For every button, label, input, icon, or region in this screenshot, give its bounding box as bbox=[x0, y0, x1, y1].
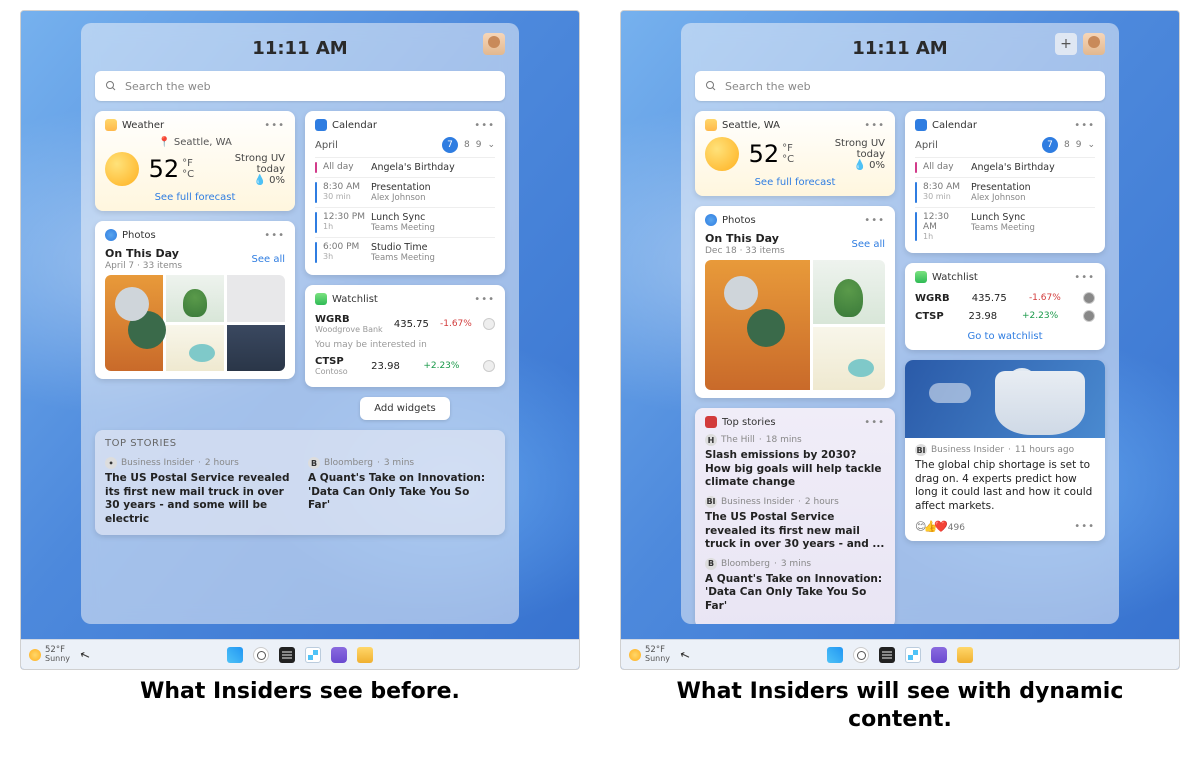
taskbar-weather[interactable]: 52°FSunny bbox=[29, 646, 70, 663]
after-screenshot: 11:11 AM + Search the web S bbox=[620, 10, 1180, 670]
photos-widget[interactable]: Photos ••• On This DayApril 7 · 33 items… bbox=[95, 221, 295, 379]
more-icon[interactable]: ••• bbox=[1074, 272, 1095, 283]
chat-icon[interactable] bbox=[331, 647, 347, 663]
add-widget-button[interactable]: + bbox=[1055, 33, 1077, 55]
calendar-icon bbox=[915, 119, 927, 131]
sun-icon bbox=[105, 152, 139, 186]
task-view-icon[interactable] bbox=[279, 647, 295, 663]
user-avatar[interactable] bbox=[1083, 33, 1105, 55]
news-item[interactable]: BBloomberg · 3 mins A Quant's Take on In… bbox=[308, 457, 495, 527]
search-icon bbox=[705, 80, 717, 92]
photos-widget[interactable]: Photos ••• On This DayDec 18 · 33 items … bbox=[695, 206, 895, 398]
calendar-widget[interactable]: Calendar ••• April 7 8 9 ⌄ bbox=[905, 111, 1105, 253]
more-icon[interactable]: ••• bbox=[864, 215, 885, 226]
search-input[interactable]: Search the web bbox=[695, 71, 1105, 101]
clock: 11:11 AM bbox=[852, 38, 947, 59]
calendar-event[interactable]: 8:30 AM30 minPresentationAlex Johnson bbox=[315, 177, 495, 207]
before-screenshot: 11:11 AM Search the web Weat bbox=[20, 10, 580, 670]
explorer-icon[interactable] bbox=[957, 647, 973, 663]
watchlist-link[interactable]: Go to watchlist bbox=[915, 331, 1095, 342]
taskbar: 52°FSunny ↖ bbox=[21, 639, 579, 669]
top-stories-widget[interactable]: Top stories ••• HThe Hill · 18 mins Slas… bbox=[695, 408, 895, 624]
photo-grid[interactable] bbox=[705, 260, 885, 390]
chevron-down-icon[interactable]: ⌄ bbox=[487, 140, 495, 150]
selected-day[interactable]: 7 bbox=[442, 137, 458, 153]
forecast-link[interactable]: See full forecast bbox=[705, 177, 885, 188]
caption-before: What Insiders see before. bbox=[140, 678, 460, 706]
search-icon bbox=[105, 80, 117, 92]
onedrive-icon bbox=[705, 214, 717, 226]
sun-icon bbox=[705, 137, 739, 171]
onedrive-icon bbox=[105, 229, 117, 241]
taskbar-search-icon[interactable] bbox=[253, 647, 269, 663]
watchlist-row[interactable]: WGRBWoodgrove Bank 435.75 -1.67% bbox=[315, 311, 495, 337]
more-icon[interactable]: ••• bbox=[474, 294, 495, 305]
news-item[interactable]: •Business Insider · 2 hours The US Posta… bbox=[105, 457, 292, 527]
taskbar-search-icon[interactable] bbox=[853, 647, 869, 663]
more-icon[interactable]: ••• bbox=[264, 120, 285, 131]
start-button[interactable] bbox=[827, 647, 843, 663]
calendar-event[interactable]: 6:00 PM3hStudio TimeTeams Meeting bbox=[315, 237, 495, 267]
news-icon bbox=[705, 416, 717, 428]
weather-widget[interactable]: Weather ••• 📍 Seattle, WA 52°F°C Strong … bbox=[95, 111, 295, 211]
watchlist-widget[interactable]: Watchlist ••• WGRBWoodgrove Bank 435.75 … bbox=[305, 285, 505, 387]
chat-icon[interactable] bbox=[931, 647, 947, 663]
cursor-icon: ↖ bbox=[78, 646, 92, 663]
see-all-link[interactable]: See all bbox=[851, 239, 885, 250]
calendar-icon bbox=[315, 119, 327, 131]
news-card[interactable]: BIBusiness Insider · 11 hours ago The gl… bbox=[905, 360, 1105, 541]
start-button[interactable] bbox=[227, 647, 243, 663]
more-icon[interactable]: ••• bbox=[1074, 521, 1095, 532]
news-item[interactable]: HThe Hill · 18 mins Slash emissions by 2… bbox=[705, 434, 885, 490]
news-item[interactable]: BBloomberg · 3 mins A Quant's Take on In… bbox=[705, 558, 885, 614]
forecast-link[interactable]: See full forecast bbox=[105, 192, 285, 203]
task-view-icon[interactable] bbox=[879, 647, 895, 663]
caption-after: What Insiders will see with dynamic cont… bbox=[670, 678, 1130, 733]
widgets-icon[interactable] bbox=[905, 647, 921, 663]
watchlist-row[interactable]: CTSP 23.98 +2.23% bbox=[915, 307, 1095, 325]
weather-icon bbox=[105, 119, 117, 131]
widgets-panel: 11:11 AM Search the web Weat bbox=[81, 23, 519, 624]
watchlist-widget[interactable]: Watchlist ••• WGRB 435.75 -1.67% CTSP bbox=[905, 263, 1105, 350]
calendar-event[interactable]: All dayAngela's Birthday bbox=[315, 157, 495, 177]
stocks-icon bbox=[915, 271, 927, 283]
clock: 11:11 AM bbox=[252, 38, 347, 59]
news-image bbox=[905, 360, 1105, 438]
explorer-icon[interactable] bbox=[357, 647, 373, 663]
calendar-event[interactable]: 12:30 AM1hLunch SyncTeams Meeting bbox=[915, 207, 1095, 245]
news-item[interactable]: BIBusiness Insider · 2 hours The US Post… bbox=[705, 496, 885, 552]
taskbar-weather[interactable]: 52°FSunny bbox=[629, 646, 670, 663]
weather-widget[interactable]: Seattle, WA ••• 52°F°C Strong UV today💧 … bbox=[695, 111, 895, 196]
watchlist-row[interactable]: WGRB 435.75 -1.67% bbox=[915, 289, 1095, 307]
user-avatar[interactable] bbox=[483, 33, 505, 55]
see-all-link[interactable]: See all bbox=[251, 254, 285, 265]
top-stories-widget[interactable]: TOP STORIES •Business Insider · 2 hours … bbox=[95, 430, 505, 535]
more-icon[interactable]: ••• bbox=[264, 230, 285, 241]
weather-icon bbox=[705, 119, 717, 131]
more-icon[interactable]: ••• bbox=[474, 120, 495, 131]
calendar-event[interactable]: 8:30 AM30 minPresentationAlex Johnson bbox=[915, 177, 1095, 207]
calendar-event[interactable]: All dayAngela's Birthday bbox=[915, 157, 1095, 177]
more-icon[interactable]: ••• bbox=[1074, 120, 1095, 131]
taskbar: 52°FSunny ↖ bbox=[621, 639, 1179, 669]
stocks-icon bbox=[315, 293, 327, 305]
chevron-down-icon[interactable]: ⌄ bbox=[1087, 140, 1095, 150]
search-input[interactable]: Search the web bbox=[95, 71, 505, 101]
widgets-panel: 11:11 AM + Search the web S bbox=[681, 23, 1119, 624]
watchlist-row[interactable]: CTSPContoso 23.98 +2.23% bbox=[315, 353, 495, 379]
calendar-event[interactable]: 12:30 PM1hLunch SyncTeams Meeting bbox=[315, 207, 495, 237]
cursor-icon: ↖ bbox=[678, 646, 692, 663]
photo-grid[interactable] bbox=[105, 275, 285, 371]
widgets-icon[interactable] bbox=[305, 647, 321, 663]
add-widgets-button[interactable]: Add widgets bbox=[360, 397, 449, 420]
calendar-widget[interactable]: Calendar ••• April 7 8 9 ⌄ bbox=[305, 111, 505, 275]
more-icon[interactable]: ••• bbox=[864, 120, 885, 131]
more-icon[interactable]: ••• bbox=[864, 417, 885, 428]
